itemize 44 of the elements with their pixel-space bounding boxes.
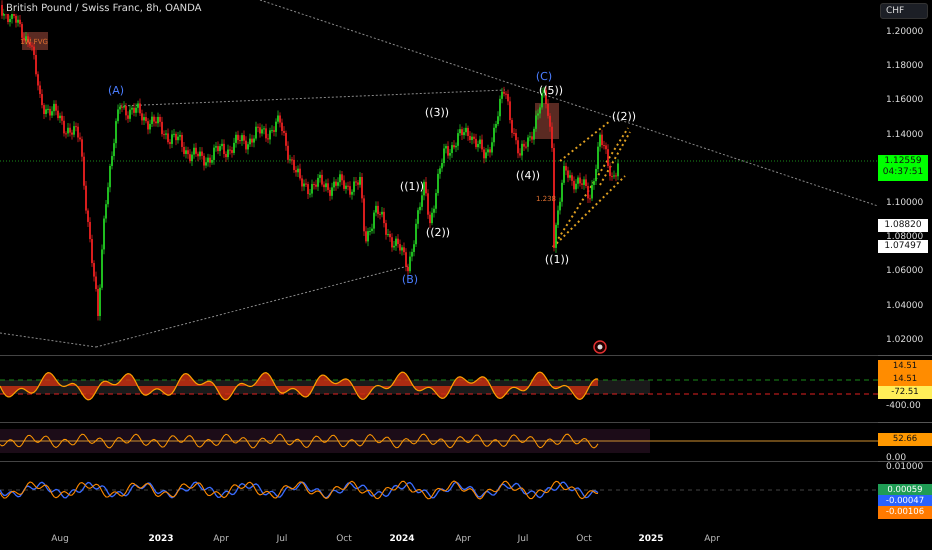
price-label: 1.14000 bbox=[886, 130, 924, 140]
price-label: 1.20000 bbox=[886, 27, 924, 37]
countdown-timer: 04:37:51 bbox=[882, 167, 924, 178]
time-label: Apr bbox=[455, 534, 471, 544]
scale-label: 0.00 bbox=[886, 453, 906, 463]
time-label: 2024 bbox=[389, 534, 415, 544]
value-badge: 14.51 bbox=[878, 360, 932, 373]
scale-label: -400.00 bbox=[886, 401, 921, 411]
price-value: 1.12559 bbox=[884, 156, 922, 167]
time-label: Aug bbox=[51, 534, 69, 544]
price-label: 1.02000 bbox=[886, 334, 924, 345]
price-value: 1.07497 bbox=[884, 241, 922, 252]
price-label: 1.08000 bbox=[886, 232, 924, 242]
wave-label: ((3)) bbox=[424, 106, 450, 119]
value-badge: -0.00106 bbox=[878, 506, 932, 519]
time-label: Jul bbox=[276, 534, 288, 544]
price-value: 1.08820 bbox=[884, 220, 922, 231]
wave-label: (B) bbox=[402, 273, 418, 286]
scale-label: 0.01000 bbox=[886, 462, 924, 472]
currency-button[interactable]: CHF bbox=[880, 3, 928, 19]
value-badge: 52.66 bbox=[878, 433, 932, 446]
wave-label: ((4)) bbox=[516, 169, 540, 182]
price-label: 1.06000 bbox=[886, 266, 924, 276]
price-label: 1.04000 bbox=[886, 300, 924, 311]
price-label: 1.18000 bbox=[886, 61, 924, 72]
time-label: 2023 bbox=[148, 534, 174, 544]
time-label: Oct bbox=[576, 534, 592, 544]
value-badge: 14.51 bbox=[878, 373, 932, 386]
wave-label: (C) bbox=[536, 70, 552, 83]
chart-title: British Pound / Swiss Franc, 8h, OANDA bbox=[4, 3, 204, 14]
value-badge: -72.51 bbox=[878, 386, 932, 399]
wave-label: ((1)) bbox=[544, 253, 570, 266]
time-label: 2025 bbox=[638, 534, 664, 544]
target-icon bbox=[593, 340, 607, 354]
price-label: 1.16000 bbox=[886, 95, 924, 106]
wave-label: ((2)) bbox=[612, 110, 636, 123]
price-label: 1.10000 bbox=[886, 198, 924, 208]
time-label: Apr bbox=[213, 534, 229, 544]
time-label: Oct bbox=[336, 534, 352, 544]
wave-label: ((2)) bbox=[426, 226, 450, 239]
time-label: Jul bbox=[518, 534, 528, 544]
wave-label: ((1)) bbox=[400, 180, 424, 193]
time-label: Apr bbox=[704, 534, 720, 544]
wave-label: (A) bbox=[108, 84, 124, 97]
